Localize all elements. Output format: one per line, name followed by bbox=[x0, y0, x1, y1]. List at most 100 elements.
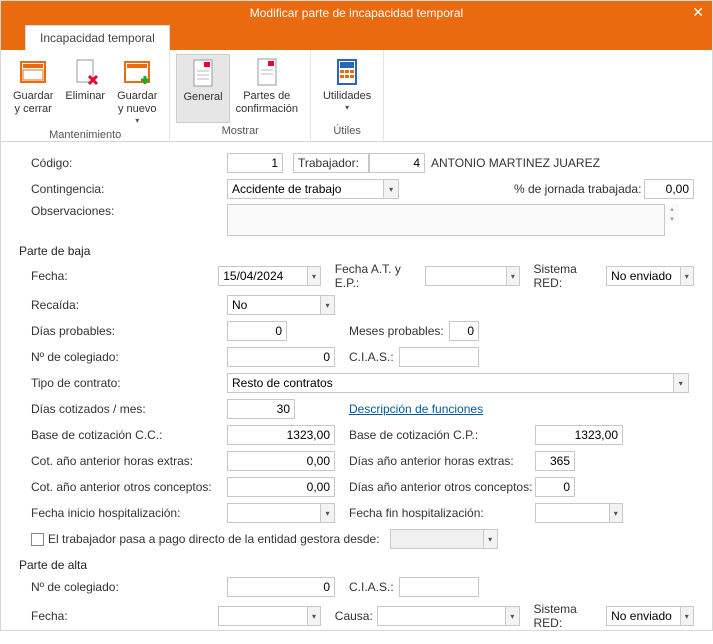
cias-baja-field[interactable] bbox=[399, 347, 479, 367]
ribbon-group-caption: Útiles bbox=[317, 123, 377, 139]
tab-strip: Incapacidad temporal bbox=[1, 25, 712, 50]
guardar-nuevo-button[interactable]: Guardary nuevo ▾ bbox=[111, 54, 163, 127]
pct-jornada-field[interactable] bbox=[644, 179, 694, 199]
sistema-red-baja-select[interactable] bbox=[606, 266, 680, 286]
meses-prob-field[interactable] bbox=[449, 321, 479, 341]
colegiado-baja-label: Nº de colegiado: bbox=[19, 350, 227, 364]
cot-otros-field[interactable] bbox=[227, 477, 335, 497]
fecha-baja-field[interactable] bbox=[218, 266, 307, 286]
sistema-red-baja-label: Sistema RED: bbox=[534, 262, 607, 290]
cias-alta-label: C.I.A.S.: bbox=[349, 580, 399, 594]
tab-incapacidad[interactable]: Incapacidad temporal bbox=[25, 25, 170, 50]
pago-directo-checkbox[interactable] bbox=[31, 533, 44, 546]
cot-horas-field[interactable] bbox=[227, 451, 335, 471]
dias-prob-label: Días probables: bbox=[19, 324, 227, 338]
eliminar-button[interactable]: Eliminar bbox=[59, 54, 111, 127]
chevron-down-icon[interactable]: ▾ bbox=[507, 266, 521, 286]
tipo-contrato-label: Tipo de contrato: bbox=[19, 376, 227, 390]
fecha-at-field[interactable] bbox=[425, 266, 507, 286]
recaida-select[interactable] bbox=[227, 295, 321, 315]
recaida-label: Recaída: bbox=[19, 298, 227, 312]
base-cc-label: Base de cotización C.C.: bbox=[19, 428, 227, 442]
fecha-fin-hosp-label: Fecha fin hospitalización: bbox=[349, 506, 535, 520]
tipo-contrato-select[interactable] bbox=[227, 373, 674, 393]
meses-prob-label: Meses probables: bbox=[349, 324, 449, 338]
ribbon: Guardary cerrar Eliminar Guardary nuevo … bbox=[1, 50, 712, 142]
base-cp-field[interactable] bbox=[535, 425, 623, 445]
calculator-icon bbox=[331, 56, 363, 88]
fecha-alta-field[interactable] bbox=[218, 606, 307, 626]
fecha-fin-hosp-field[interactable] bbox=[535, 503, 610, 523]
chevron-down-icon[interactable]: ▾ bbox=[674, 373, 689, 393]
sistema-red-alta-select[interactable] bbox=[606, 606, 680, 626]
dias-horas-field[interactable] bbox=[535, 451, 575, 471]
ribbon-group-mostrar: General Partes deconfirmación Mostrar bbox=[170, 50, 311, 141]
codigo-field[interactable] bbox=[227, 153, 283, 173]
chevron-down-icon: ▾ bbox=[135, 116, 139, 125]
observaciones-field[interactable] bbox=[227, 204, 665, 236]
fecha-ini-hosp-label: Fecha inicio hospitalización: bbox=[19, 506, 227, 520]
save-new-icon bbox=[121, 56, 153, 88]
form: Código: Trabajador: ANTONIO MARTINEZ JUA… bbox=[1, 142, 712, 644]
ribbon-group-caption: Mantenimiento bbox=[7, 127, 163, 143]
chevron-down-icon[interactable]: ▾ bbox=[506, 606, 520, 626]
general-button[interactable]: General bbox=[176, 54, 229, 123]
cot-horas-label: Cot. año anterior horas extras: bbox=[19, 454, 227, 468]
base-cc-field[interactable] bbox=[227, 425, 335, 445]
cias-baja-label: C.I.A.S.: bbox=[349, 350, 399, 364]
chevron-down-icon[interactable]: ▾ bbox=[321, 295, 335, 315]
utilidades-button[interactable]: Utilidades ▾ bbox=[317, 54, 377, 123]
chevron-down-icon[interactable]: ▾ bbox=[681, 606, 694, 626]
causa-select[interactable] bbox=[377, 606, 506, 626]
trabajador-num-field[interactable] bbox=[369, 153, 425, 173]
document-confirm-icon bbox=[251, 56, 283, 88]
trabajador-label: Trabajador: bbox=[293, 153, 369, 173]
dias-cotizados-label: Días cotizados / mes: bbox=[19, 402, 227, 416]
chevron-down-icon[interactable]: ▾ bbox=[681, 266, 694, 286]
guardar-cerrar-button[interactable]: Guardary cerrar bbox=[7, 54, 59, 127]
save-close-icon bbox=[17, 56, 49, 88]
contingencia-label: Contingencia: bbox=[19, 182, 227, 196]
chevron-down-icon[interactable]: ▾ bbox=[384, 179, 399, 199]
trabajador-nombre: ANTONIO MARTINEZ JUAREZ bbox=[431, 156, 600, 170]
cot-otros-label: Cot. año anterior otros conceptos: bbox=[19, 480, 227, 494]
pago-directo-date bbox=[390, 529, 484, 549]
chevron-down-icon: ▾ bbox=[484, 529, 498, 549]
contingencia-select[interactable] bbox=[227, 179, 384, 199]
fecha-baja-label: Fecha: bbox=[19, 269, 218, 283]
cias-alta-field[interactable] bbox=[399, 577, 479, 597]
ribbon-group-utiles: Utilidades ▾ Útiles bbox=[311, 50, 384, 141]
colegiado-alta-label: Nº de colegiado: bbox=[19, 580, 227, 594]
colegiado-baja-field[interactable] bbox=[227, 347, 335, 367]
colegiado-alta-field[interactable] bbox=[227, 577, 335, 597]
section-alta-title: Parte de alta bbox=[19, 558, 694, 572]
observaciones-label: Observaciones: bbox=[19, 204, 227, 218]
section-baja-title: Parte de baja bbox=[19, 244, 694, 258]
descripcion-funciones-link[interactable]: Descripción de funciones bbox=[349, 402, 483, 416]
document-icon bbox=[187, 57, 219, 89]
ribbon-group-mantenimiento: Guardary cerrar Eliminar Guardary nuevo … bbox=[1, 50, 170, 141]
dias-cotizados-field[interactable] bbox=[227, 399, 295, 419]
window: Modificar parte de incapacidad temporal … bbox=[0, 0, 713, 631]
pct-jornada-label: % de jornada trabajada: bbox=[514, 182, 644, 196]
sistema-red-alta-label: Sistema RED: bbox=[534, 602, 607, 630]
window-title: Modificar parte de incapacidad temporal bbox=[250, 6, 463, 20]
fecha-ini-hosp-field[interactable] bbox=[227, 503, 321, 523]
dias-otros-field[interactable] bbox=[535, 477, 575, 497]
chevron-down-icon[interactable]: ▾ bbox=[610, 503, 623, 523]
close-icon[interactable]: ✕ bbox=[692, 4, 704, 21]
fecha-alta-label: Fecha: bbox=[19, 609, 218, 623]
observaciones-scroll[interactable]: ▴▾ bbox=[665, 204, 679, 224]
dias-prob-field[interactable] bbox=[227, 321, 287, 341]
dias-horas-label: Días año anterior horas extras: bbox=[349, 454, 535, 468]
chevron-down-icon[interactable]: ▾ bbox=[308, 606, 322, 626]
pago-directo-label: El trabajador pasa a pago directo de la … bbox=[48, 532, 380, 546]
causa-label: Causa: bbox=[335, 609, 377, 623]
chevron-down-icon[interactable]: ▾ bbox=[321, 503, 335, 523]
titlebar: Modificar parte de incapacidad temporal … bbox=[1, 1, 712, 25]
chevron-down-icon[interactable]: ▾ bbox=[308, 266, 322, 286]
fecha-at-label: Fecha A.T. y E.P.: bbox=[335, 262, 425, 290]
base-cp-label: Base de cotización C.P.: bbox=[349, 428, 535, 442]
partes-confirmacion-button[interactable]: Partes deconfirmación bbox=[230, 54, 304, 123]
delete-icon bbox=[69, 56, 101, 88]
